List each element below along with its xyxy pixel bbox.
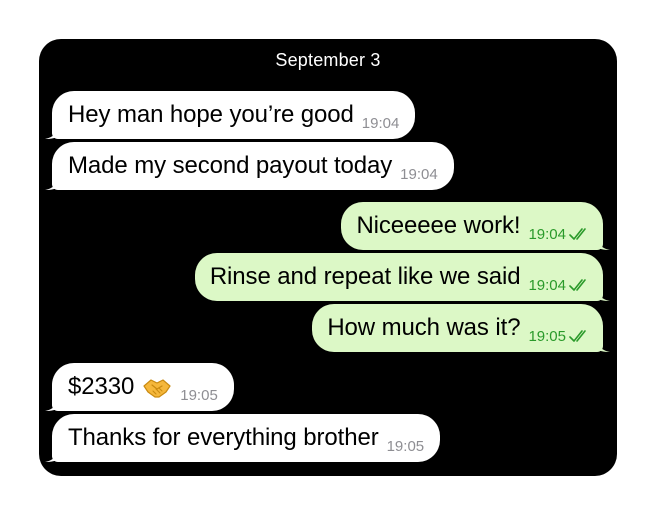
bubble-tail — [45, 446, 59, 462]
message-row: How much was it? 19:05 — [39, 304, 617, 352]
double-check-read-icon — [569, 279, 586, 291]
message-text: Thanks for everything brother — [68, 424, 379, 451]
message-text: How much was it? — [327, 314, 521, 341]
outgoing-message-bubble[interactable]: Niceeeee work! 19:04 — [341, 202, 610, 250]
bubble-tail — [45, 123, 59, 139]
message-text: Niceeeee work! — [356, 212, 521, 239]
handshake-emoji-icon — [143, 379, 171, 398]
incoming-message-bubble[interactable]: Thanks for everything brother 19:05 — [45, 414, 441, 462]
message-row: Rinse and repeat like we said 19:04 — [39, 253, 617, 301]
bubble-tail — [45, 395, 59, 411]
bubble-tail — [596, 336, 610, 352]
double-check-read-icon — [569, 330, 586, 342]
message-timestamp: 19:05 — [386, 437, 425, 455]
incoming-message-bubble[interactable]: Made my second payout today 19:04 — [45, 142, 454, 190]
bubble-tail — [596, 285, 610, 301]
message-row: Thanks for everything brother 19:05 — [39, 414, 617, 462]
message-row: Hey man hope you’re good 19:04 — [39, 91, 617, 139]
message-row: $2330 19:05 — [39, 363, 617, 411]
chat-panel: September 3 Hey man hope you’re good 19:… — [39, 39, 617, 476]
message-timestamp: 19:04 — [528, 276, 566, 294]
outgoing-message-bubble[interactable]: Rinse and repeat like we said 19:04 — [194, 253, 610, 301]
incoming-message-bubble[interactable]: Hey man hope you’re good 19:04 — [45, 91, 416, 139]
double-check-read-icon — [569, 228, 586, 240]
date-header: September 3 — [275, 50, 381, 70]
message-timestamp: 19:04 — [528, 225, 566, 243]
message-text: Hey man hope you’re good — [68, 101, 354, 128]
message-timestamp: 19:05 — [180, 386, 218, 404]
message-timestamp: 19:05 — [528, 327, 566, 345]
message-timestamp: 19:04 — [361, 114, 400, 132]
incoming-message-bubble[interactable]: $2330 19:05 — [45, 363, 234, 411]
message-row: Niceeeee work! 19:04 — [39, 202, 617, 250]
bubble-tail — [45, 174, 59, 190]
message-text: Made my second payout today — [68, 152, 393, 179]
bubble-tail — [596, 234, 610, 250]
message-text: $2330 — [68, 373, 135, 400]
message-timestamp: 19:04 — [400, 165, 438, 183]
outgoing-message-bubble[interactable]: How much was it? 19:05 — [312, 304, 610, 352]
message-row: Made my second payout today 19:04 — [39, 142, 617, 190]
message-text: Rinse and repeat like we said — [209, 263, 521, 290]
